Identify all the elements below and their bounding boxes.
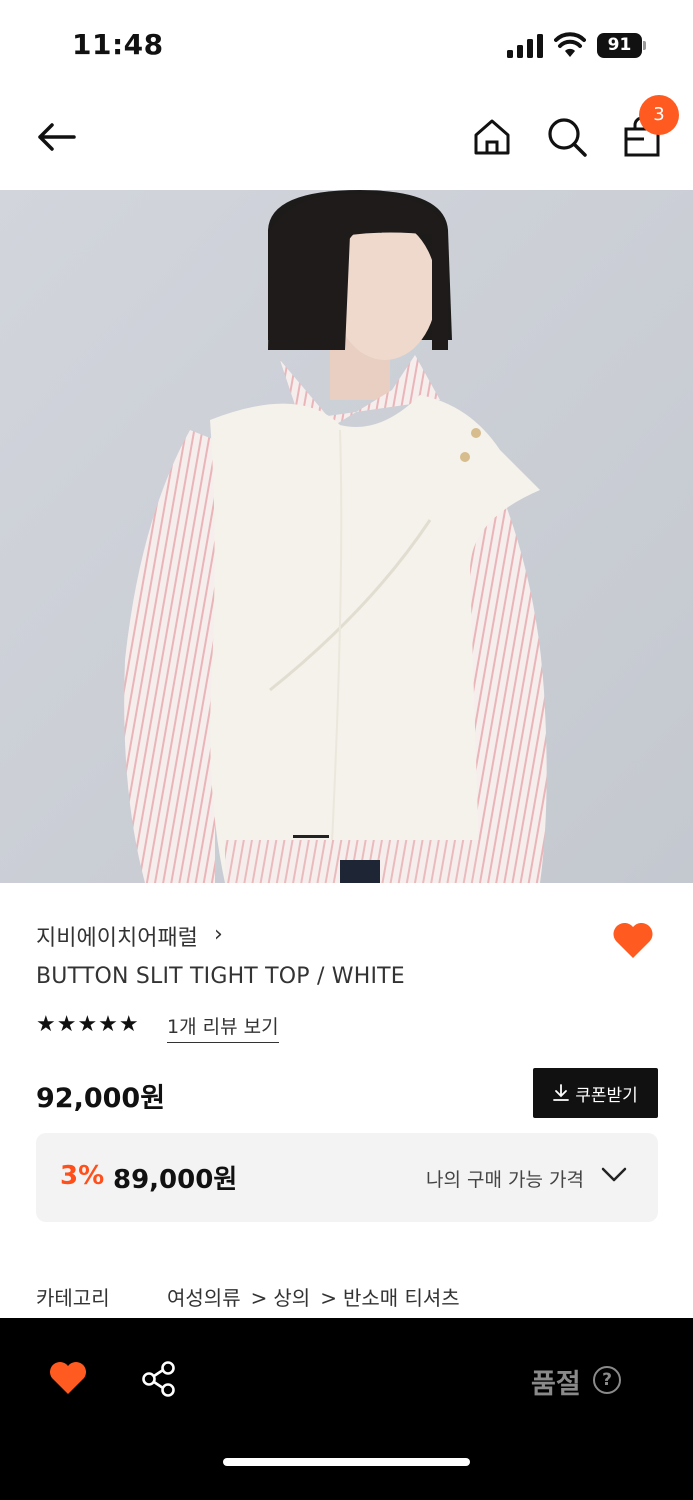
category-label: 카테고리: [36, 1286, 110, 1310]
status-bar: 11:48 91: [0, 0, 693, 90]
product-price: 92,000원: [36, 1083, 166, 1114]
breadcrumb-separator: >: [320, 1286, 337, 1310]
download-icon: [553, 1084, 570, 1101]
coupon-button[interactable]: 쿠폰받기: [533, 1068, 658, 1118]
status-time: 11:48: [72, 28, 164, 61]
cart-count-badge: 3: [639, 95, 679, 135]
help-icon[interactable]: ?: [593, 1366, 621, 1394]
my-price-label: 나의 구매 가능 가격: [426, 1169, 584, 1191]
home-indicator: [223, 1458, 470, 1466]
soldout-label: 품절: [531, 1369, 581, 1400]
my-price-box[interactable]: 3% 89,000원 나의 구매 가능 가격: [36, 1133, 658, 1222]
image-page-indicator: [293, 835, 329, 838]
discount-percent: 3%: [60, 1161, 105, 1191]
category-item[interactable]: 상의: [273, 1286, 310, 1310]
share-icon[interactable]: [140, 1360, 178, 1398]
bottom-action-bar: 품절 ?: [0, 1318, 693, 1500]
discount-price: 89,000원: [113, 1165, 238, 1195]
battery-icon: 91: [597, 33, 647, 58]
rating-stars: ★★★★★: [36, 1012, 140, 1037]
battery-level: 91: [597, 33, 642, 58]
brand-name[interactable]: 지비에이치어패럴: [36, 920, 198, 952]
category-breadcrumb: 여성의류 > 상의 > 반소매 티셔츠: [167, 1282, 464, 1311]
product-image[interactable]: [0, 190, 693, 883]
review-link[interactable]: 1개 리뷰 보기: [167, 1012, 279, 1043]
cellular-signal-icon: [507, 34, 543, 58]
breadcrumb-separator: >: [250, 1286, 268, 1310]
category-item[interactable]: 반소매 티셔츠: [343, 1286, 460, 1310]
home-icon[interactable]: [470, 115, 514, 159]
search-icon[interactable]: [545, 115, 589, 159]
like-heart-icon[interactable]: [49, 1361, 87, 1395]
product-name: BUTTON SLIT TIGHT TOP / WHITE: [36, 964, 405, 989]
category-item[interactable]: 여성의류: [167, 1286, 241, 1310]
wifi-icon: [554, 32, 586, 57]
coupon-button-label: 쿠폰받기: [575, 1085, 638, 1106]
top-nav: [0, 90, 693, 190]
back-arrow-icon[interactable]: [34, 115, 78, 159]
wishlist-heart-icon[interactable]: [612, 920, 654, 960]
chevron-down-icon[interactable]: [601, 1166, 627, 1184]
brand-chevron-icon[interactable]: ›: [214, 922, 223, 947]
